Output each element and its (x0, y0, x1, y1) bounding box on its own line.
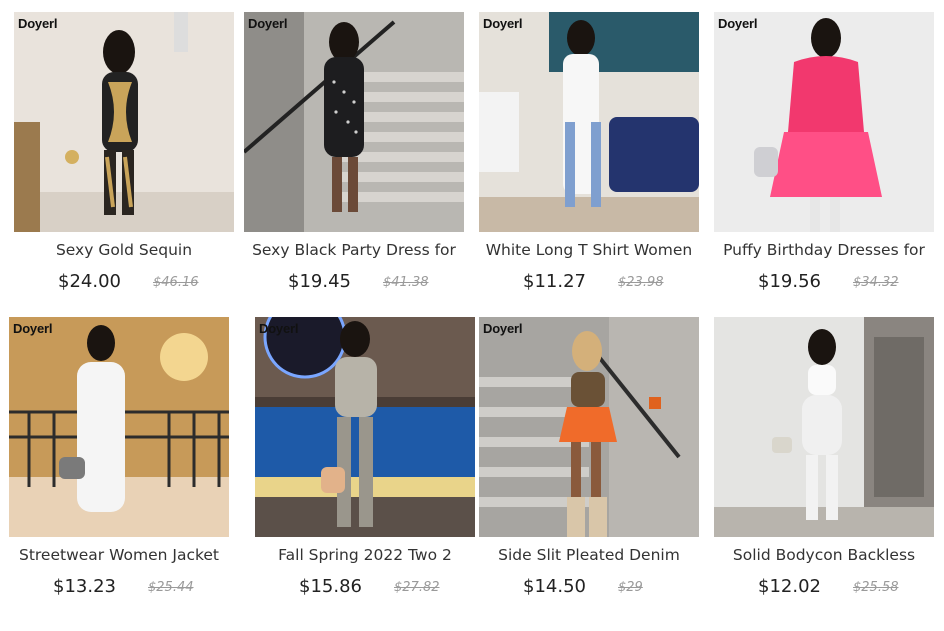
price-row: $24.00 $46.16 (14, 270, 234, 298)
product-image[interactable]: Doyerl (9, 317, 229, 537)
brand-watermark: Doyerl (18, 16, 58, 31)
price-row: $15.86 $27.82 (255, 575, 475, 603)
price-row: $12.02 $25.58 (714, 575, 934, 603)
product-image[interactable]: Doyerl (244, 12, 464, 232)
product-image[interactable]: Doyerl (714, 12, 934, 232)
price-row: $13.23 $25.44 (9, 575, 229, 603)
product-grid: Doyerl Sexy Gold Sequin $24.00 $46.16 Do… (0, 0, 944, 631)
sale-price: $14.50 (523, 576, 586, 597)
product-title[interactable]: Solid Bodycon Backless (714, 545, 934, 575)
product-title[interactable]: Sexy Black Party Dress for (244, 240, 464, 270)
price-row: $19.56 $34.32 (714, 270, 934, 298)
product-image[interactable]: Doyerl (479, 317, 699, 537)
product-image[interactable]: Doyerl (479, 12, 699, 232)
sale-price: $12.02 (758, 576, 821, 597)
original-price: $29 (618, 580, 643, 595)
sale-price: $15.86 (299, 576, 362, 597)
sale-price: $11.27 (523, 271, 586, 292)
brand-watermark: Doyerl (483, 321, 523, 336)
sale-price: $24.00 (58, 271, 121, 292)
product-title[interactable]: Streetwear Women Jacket (9, 545, 229, 575)
original-price: $27.82 (394, 580, 440, 595)
product-image[interactable]: Doyerl (255, 317, 475, 537)
product-title[interactable]: Sexy Gold Sequin (14, 240, 234, 270)
sale-price: $19.56 (758, 271, 821, 292)
product-card[interactable]: Doyerl Puffy Birthday Dresses for $19.56… (714, 12, 938, 312)
sale-price: $19.45 (288, 271, 351, 292)
product-card[interactable]: Doyerl White Long T Shirt Women $11.27 $… (479, 12, 703, 312)
original-price: $25.44 (148, 580, 194, 595)
brand-watermark: Doyerl (718, 16, 758, 31)
product-image[interactable]: Doyerl (14, 12, 234, 232)
product-card[interactable]: Doyerl Streetwear Women Jacket $13.23 $2… (9, 317, 233, 617)
product-card[interactable]: Doyerl Side Slit Pleated Denim $14.50 $2… (479, 317, 703, 617)
product-card[interactable]: Doyerl Sexy Black Party Dress for $19.45… (244, 12, 468, 312)
product-card[interactable]: Solid Bodycon Backless $12.02 $25.58 (714, 317, 938, 617)
brand-watermark: Doyerl (483, 16, 523, 31)
product-image[interactable] (714, 317, 934, 537)
brand-watermark: Doyerl (259, 321, 299, 336)
original-price: $41.38 (383, 275, 429, 290)
original-price: $34.32 (853, 275, 899, 290)
original-price: $25.58 (853, 580, 899, 595)
product-card[interactable]: Doyerl Sexy Gold Sequin $24.00 $46.16 (14, 12, 238, 312)
product-title[interactable]: Puffy Birthday Dresses for (714, 240, 934, 270)
original-price: $23.98 (618, 275, 664, 290)
brand-watermark: Doyerl (13, 321, 53, 336)
product-title[interactable]: Side Slit Pleated Denim (479, 545, 699, 575)
brand-watermark: Doyerl (248, 16, 288, 31)
price-row: $11.27 $23.98 (479, 270, 699, 298)
original-price: $46.16 (153, 275, 199, 290)
price-row: $14.50 $29 (479, 575, 699, 603)
product-card[interactable]: Doyerl Fall Spring 2022 Two 2 $15.86 $27… (255, 317, 479, 617)
product-title[interactable]: Fall Spring 2022 Two 2 (255, 545, 475, 575)
sale-price: $13.23 (53, 576, 116, 597)
price-row: $19.45 $41.38 (244, 270, 464, 298)
product-title[interactable]: White Long T Shirt Women (479, 240, 699, 270)
